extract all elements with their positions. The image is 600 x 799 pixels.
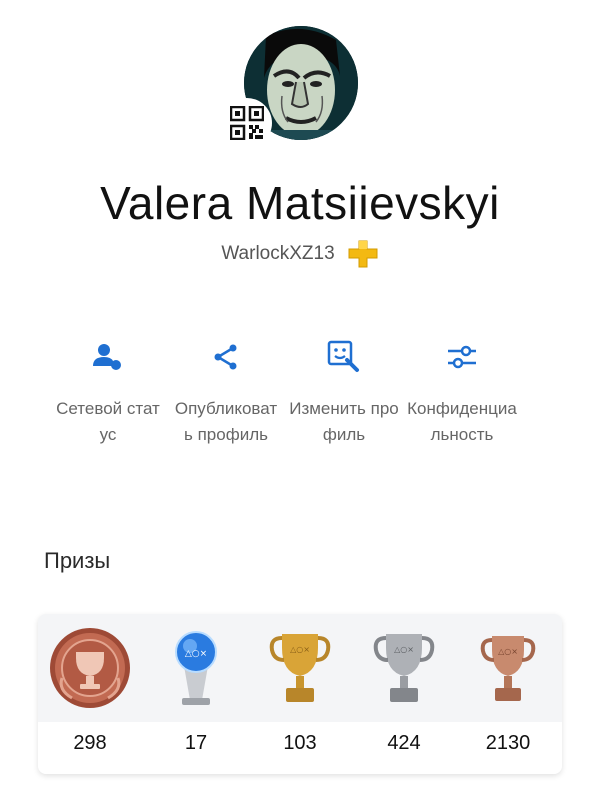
edit-profile-button[interactable]: Изменить профиль	[288, 340, 400, 448]
share-icon	[209, 340, 243, 374]
trophy-level[interactable]: 298	[38, 614, 142, 774]
trophy-silver[interactable]: △○× 424	[352, 614, 456, 774]
trophy-platinum[interactable]: △○× 17	[144, 614, 248, 774]
trophy-gold-icon: △○×	[268, 614, 332, 722]
svg-text:△○×: △○×	[394, 645, 414, 654]
privacy-settings-icon	[445, 340, 479, 374]
trophy-gold-count: 103	[283, 732, 317, 754]
avatar-container	[222, 26, 358, 148]
trophy-level-icon	[48, 614, 132, 722]
svg-text:△○×: △○×	[498, 647, 518, 656]
playstation-plus-icon	[348, 240, 378, 268]
trophy-platinum-icon: △○×	[168, 614, 224, 722]
share-profile-label: Опубликовать профиль	[174, 399, 278, 444]
trophy-bronze[interactable]: △○× 2130	[456, 614, 560, 774]
online-id: WarlockXZ13	[221, 243, 335, 264]
trophies-section-title: Призы	[44, 548, 111, 573]
trophy-summary-card[interactable]: 298 △○× 17 △○× 103 △○× 424 △○× 2130	[38, 614, 562, 774]
profile-actions: Сетевой статус Опубликовать профиль Изме…	[52, 340, 592, 448]
trophy-bronze-icon: △○×	[478, 614, 538, 722]
qr-code-icon	[230, 106, 264, 140]
online-status-button[interactable]: Сетевой статус	[52, 340, 164, 448]
online-status-label: Сетевой статус	[56, 399, 160, 444]
privacy-settings-label: Конфиденциальность	[407, 399, 517, 444]
share-profile-button[interactable]: Опубликовать профиль	[170, 340, 282, 448]
svg-text:△○×: △○×	[290, 645, 310, 654]
privacy-settings-button[interactable]: Конфиденциальность	[406, 340, 518, 448]
profile-real-name: Valera Matsiievskyi	[100, 177, 500, 229]
online-id-row: WarlockXZ13	[0, 240, 600, 268]
edit-profile-icon	[327, 340, 361, 374]
trophy-platinum-count: 17	[184, 732, 208, 754]
trophy-silver-icon: △○×	[372, 614, 436, 722]
qr-code-button[interactable]	[222, 98, 272, 148]
trophy-silver-count: 424	[387, 732, 421, 754]
trophy-level-count: 298	[73, 732, 107, 754]
edit-profile-label: Изменить профиль	[289, 399, 399, 444]
svg-text:△○×: △○×	[185, 649, 207, 659]
trophy-gold[interactable]: △○× 103	[248, 614, 352, 774]
online-status-icon	[91, 340, 125, 374]
trophy-bronze-count: 2130	[485, 732, 531, 754]
